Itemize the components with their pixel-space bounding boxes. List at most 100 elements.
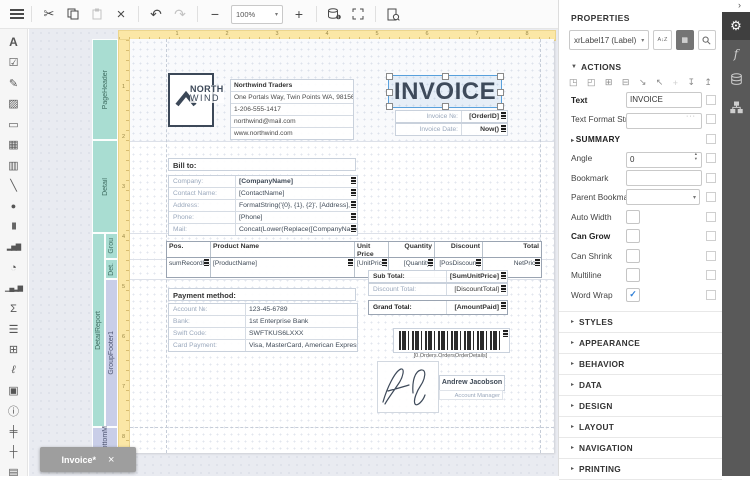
header-cell[interactable]: Discount <box>435 242 483 257</box>
signature-tool-icon[interactable]: ℓ <box>0 360 27 381</box>
preview-icon[interactable] <box>382 3 404 25</box>
header-cell[interactable]: Unit Price <box>355 242 389 257</box>
sparkline-tool-icon[interactable]: ▁▄▂▆ <box>0 278 27 299</box>
multiline-expression-checkbox[interactable] <box>706 270 716 280</box>
section-styles[interactable]: ▸STYLES <box>559 311 722 332</box>
invoice-title-label-selected[interactable]: INVOICE <box>388 75 502 108</box>
section-design[interactable]: ▸DESIGN <box>559 395 722 416</box>
resize-handle[interactable] <box>386 73 393 80</box>
align-bottom-icon[interactable]: ↧ <box>687 77 695 88</box>
parent-bookmark-expression-checkbox[interactable] <box>706 192 716 202</box>
pivot-grid-tool-icon[interactable]: ⊞ <box>0 340 27 361</box>
resize-handle[interactable] <box>442 73 449 80</box>
data-binding-icon[interactable] <box>501 285 506 292</box>
bring-to-front-icon[interactable]: ↘ <box>639 77 647 88</box>
rich-text-tool-icon[interactable]: ✎ <box>0 73 27 94</box>
zoom-level-dropdown[interactable]: 100% ▾ <box>231 5 283 24</box>
zoom-in-icon[interactable]: + <box>288 3 310 25</box>
signatory-role[interactable]: Account Manager <box>439 390 503 400</box>
delete-icon[interactable]: × <box>110 3 132 25</box>
bill-to-table[interactable]: Company: [CompanyName] Contact Name: [Co… <box>168 175 358 236</box>
angle-expression-checkbox[interactable] <box>706 153 716 163</box>
add-control-icon[interactable]: + <box>673 78 678 88</box>
items-header-row[interactable]: Pos. Product Name Unit Price Quantity Di… <box>167 242 541 258</box>
band-groupfooter[interactable]: GroupFooter1 <box>105 279 118 427</box>
label-tool-icon[interactable]: A <box>0 32 27 53</box>
logo-text[interactable]: NORTH WIND <box>190 85 224 103</box>
band-detail-nested[interactable]: Det. <box>105 259 118 279</box>
data-binding-icon[interactable] <box>204 259 209 266</box>
summary-expression-checkbox[interactable] <box>706 134 716 144</box>
bill-to-row[interactable]: Mail: Concat(Lower(Replace([CompanyName <box>169 224 357 235</box>
ellipsis-icon[interactable]: ··· <box>686 113 696 120</box>
cut-icon[interactable]: ✂ <box>38 3 60 25</box>
expressions-rail-button[interactable]: f <box>722 40 750 68</box>
summary-group-row[interactable]: ▸ SUMMARY <box>559 129 722 149</box>
redo-icon[interactable]: ↷ <box>169 3 191 25</box>
gauge-tool-icon[interactable]: ◔ <box>0 258 27 279</box>
band-groupheader[interactable]: Grou <box>105 233 118 259</box>
collapse-panel-icon[interactable]: › <box>738 0 741 10</box>
close-icon[interactable]: × <box>108 454 114 466</box>
size-to-content-icon[interactable]: ⊟ <box>622 77 630 88</box>
subreport-tool-icon[interactable]: ▣ <box>0 381 27 402</box>
bill-to-row[interactable]: Phone: [Phone] <box>169 212 357 224</box>
can-grow-expression-checkbox[interactable] <box>706 231 716 241</box>
page-break-tool-icon[interactable]: ╪ <box>0 422 27 443</box>
data-binding-icon[interactable] <box>351 225 356 232</box>
payment-method-title[interactable]: Payment method: <box>168 288 356 301</box>
payment-row[interactable]: Account №: 123-45-6789 <box>169 304 357 316</box>
actions-section-header[interactable]: ▼ ACTIONS <box>559 58 722 74</box>
data-binding-icon[interactable] <box>501 302 506 309</box>
resize-handle[interactable] <box>497 103 504 110</box>
bill-to-title[interactable]: Bill to: <box>168 158 356 171</box>
bookmark-expression-checkbox[interactable] <box>706 173 716 183</box>
company-email[interactable]: northwind@mail.com <box>231 116 353 128</box>
section-navigation[interactable]: ▸NAVIGATION <box>559 437 722 458</box>
data-binding-icon[interactable] <box>476 259 481 266</box>
group-view-button[interactable]: ▦ <box>676 30 694 50</box>
sort-az-button[interactable]: A↓Z <box>653 30 671 50</box>
resize-handle[interactable] <box>442 103 449 110</box>
document-tab[interactable]: Invoice* × <box>40 447 136 472</box>
table-of-contents-tool-icon[interactable]: ☰ <box>0 319 27 340</box>
data-binding-icon[interactable] <box>351 213 356 220</box>
fullscreen-icon[interactable] <box>347 3 369 25</box>
band-detailreport[interactable]: DetailReport <box>92 233 105 427</box>
bar-code-tool-icon[interactable]: |||| <box>0 217 27 238</box>
company-phone[interactable]: 1-206-555-1417 <box>231 104 353 116</box>
section-layout[interactable]: ▸LAYOUT <box>559 416 722 437</box>
field-list-rail-button[interactable] <box>722 68 750 96</box>
grand-total-row[interactable]: Grand Total: [AmountPaid] <box>368 300 508 315</box>
sum-tool-icon[interactable]: Σ <box>0 299 27 320</box>
data-binding-icon[interactable] <box>351 201 356 208</box>
invoice-date-row[interactable]: Invoice Date: Now() <box>395 123 508 136</box>
signature-image[interactable] <box>377 361 439 413</box>
shape-tool-icon[interactable]: ● <box>0 196 27 217</box>
company-address[interactable]: One Portals Way, Twin Points WA, 98156 <box>231 92 353 104</box>
zoom-out-icon[interactable]: − <box>204 3 226 25</box>
header-cell[interactable]: Pos. <box>167 242 211 257</box>
send-to-back-icon[interactable]: ↖ <box>656 77 664 88</box>
section-behavior[interactable]: ▸BEHAVIOR <box>559 353 722 374</box>
data-binding-icon[interactable] <box>501 125 506 132</box>
check-box-tool-icon[interactable]: ☑ <box>0 53 27 74</box>
bookmark-property-input[interactable] <box>626 170 702 186</box>
validate-bindings-icon[interactable]: i <box>323 3 345 25</box>
band-detail[interactable]: Detail <box>92 140 118 233</box>
company-info-table[interactable]: Northwind Traders One Portals Way, Twin … <box>230 79 354 140</box>
design-surface[interactable]: 1 2 3 4 5 6 7 8 PageHeader Detail Detail… <box>29 29 558 476</box>
menu-icon[interactable] <box>10 9 24 19</box>
data-binding-icon[interactable] <box>503 330 508 337</box>
header-cell[interactable]: Product Name <box>211 242 355 257</box>
format-property-expression-checkbox[interactable] <box>706 114 716 124</box>
bill-to-row[interactable]: Contact Name: [ContactName] <box>169 188 357 200</box>
auto-width-checkbox[interactable] <box>626 210 640 224</box>
auto-width-expression-checkbox[interactable] <box>706 212 716 222</box>
data-binding-icon[interactable] <box>351 177 356 184</box>
page-info-tool-icon[interactable]: ⓘ <box>0 401 27 422</box>
cross-band-box-tool-icon[interactable]: ▤ <box>0 463 27 477</box>
word-wrap-checkbox[interactable]: ✓ <box>626 288 640 302</box>
section-appearance[interactable]: ▸APPEARANCE <box>559 332 722 353</box>
picture-box-tool-icon[interactable]: ▨ <box>0 94 27 115</box>
